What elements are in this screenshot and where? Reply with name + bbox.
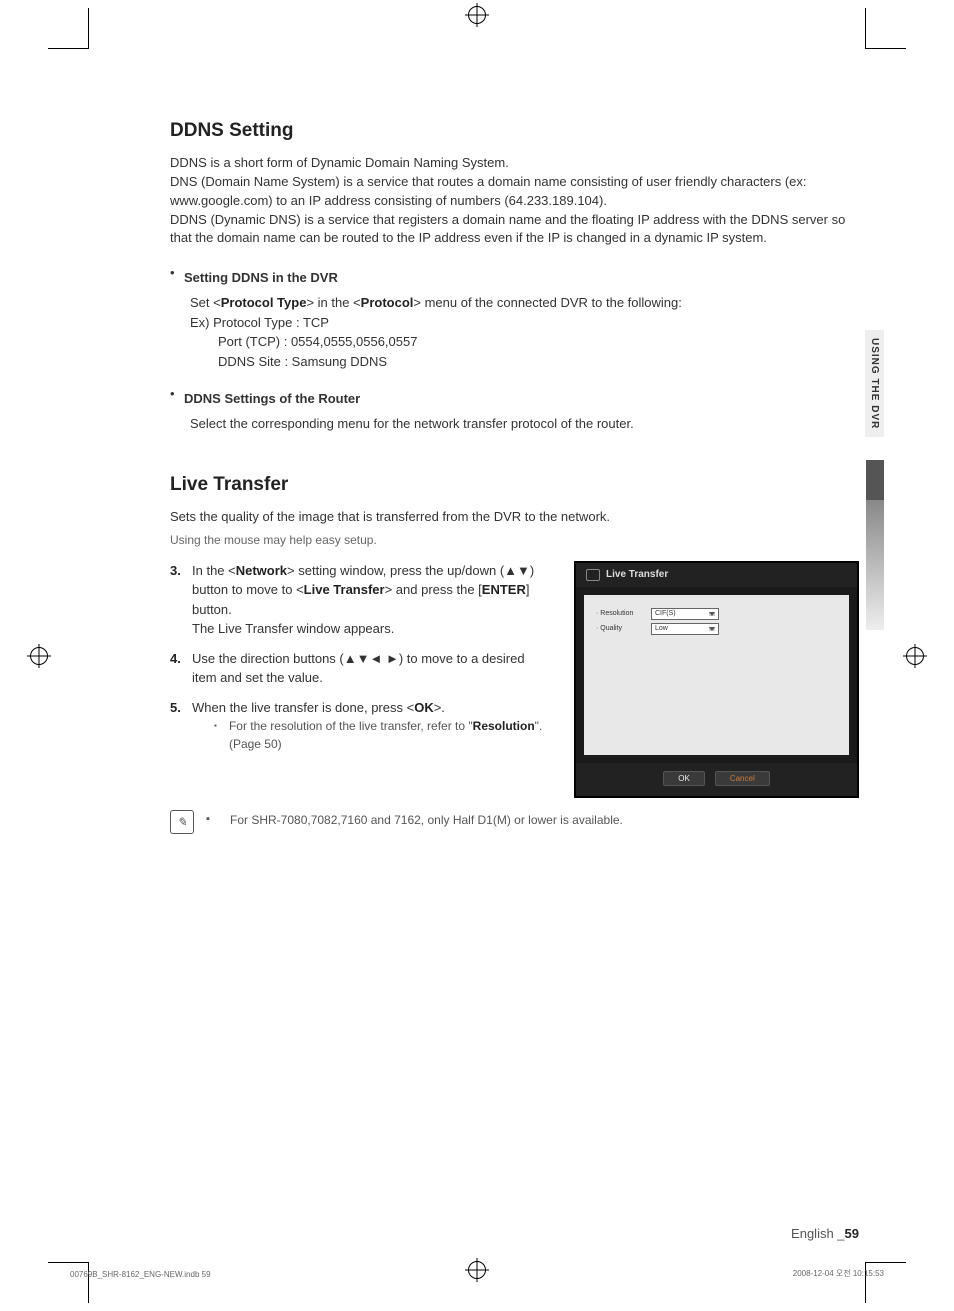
page-footer: English _59 bbox=[791, 1226, 859, 1241]
bold-term: Network bbox=[236, 563, 287, 578]
text: > in the < bbox=[306, 295, 360, 310]
text: When the live transfer is done, press < bbox=[192, 700, 414, 715]
dropdown-icon bbox=[709, 612, 715, 616]
ddns-example-line3: DDNS Site : Samsung DDNS bbox=[218, 352, 859, 372]
step-5-note: For the resolution of the live transfer,… bbox=[229, 717, 550, 753]
step-5: When the live transfer is done, press <O… bbox=[170, 698, 550, 754]
step-4: Use the direction buttons (▲▼◄ ►) to mov… bbox=[170, 649, 550, 688]
dropdown-icon bbox=[709, 627, 715, 631]
ddns-example-line2: Port (TCP) : 0554,0555,0556,0557 bbox=[218, 332, 859, 352]
resolution-row: · Resolution CIF(S) bbox=[596, 608, 837, 620]
text: The Live Transfer window appears. bbox=[192, 621, 394, 636]
resolution-select[interactable]: CIF(S) bbox=[651, 608, 719, 620]
text: In the < bbox=[192, 563, 236, 578]
quality-select[interactable]: Low bbox=[651, 623, 719, 635]
text: > and press the [ bbox=[385, 582, 482, 597]
ddns-intro: DDNS is a short form of Dynamic Domain N… bbox=[170, 154, 859, 248]
cancel-button[interactable]: Cancel bbox=[715, 771, 770, 786]
model-note: For SHR-7080,7082,7160 and 7162, only Ha… bbox=[230, 810, 623, 827]
live-transfer-heading: Live Transfer bbox=[170, 474, 859, 496]
text: Set < bbox=[190, 295, 221, 310]
ddns-intro-line1: DDNS is a short form of Dynamic Domain N… bbox=[170, 155, 509, 170]
ddns-sub1-title: Setting DDNS in the DVR bbox=[184, 270, 338, 285]
quality-row: · Quality Low bbox=[596, 623, 837, 635]
bold-term: Live Transfer bbox=[304, 582, 385, 597]
print-timestamp: 2008-12-04 오전 10:15:53 bbox=[793, 1268, 884, 1279]
bold-term: Resolution bbox=[473, 719, 535, 733]
ddns-intro-line3: DDNS (Dynamic DNS) is a service that reg… bbox=[170, 212, 845, 246]
bullet-icon: • bbox=[170, 385, 184, 412]
page-number: 59 bbox=[845, 1226, 859, 1241]
text: > menu of the connected DVR to the follo… bbox=[413, 295, 681, 310]
ddns-intro-line2: DNS (Domain Name System) is a service th… bbox=[170, 174, 807, 208]
bold-term: ENTER bbox=[482, 582, 526, 597]
quality-label: · Quality bbox=[596, 625, 651, 632]
resolution-value: CIF(S) bbox=[655, 610, 676, 617]
quality-value: Low bbox=[655, 625, 668, 632]
bold-term: OK bbox=[414, 700, 434, 715]
bold-term: Protocol bbox=[361, 295, 414, 310]
ddns-sub1-body: Set <Protocol Type> in the <Protocol> me… bbox=[190, 293, 859, 313]
step-3: In the <Network> setting window, press t… bbox=[170, 561, 550, 639]
screenshot-titlebar: Live Transfer bbox=[576, 563, 857, 587]
bold-term: Protocol Type bbox=[221, 295, 307, 310]
text: >. bbox=[434, 700, 445, 715]
text: For the resolution of the live transfer,… bbox=[229, 719, 473, 733]
screenshot-buttons: OK Cancel bbox=[576, 763, 857, 796]
note-icon: ✎ bbox=[170, 810, 194, 834]
ddns-sub2-body: Select the corresponding menu for the ne… bbox=[190, 414, 859, 434]
square-bullet-icon: ▪ bbox=[206, 810, 218, 825]
resolution-label: · Resolution bbox=[596, 610, 651, 617]
footer-lang: English _ bbox=[791, 1226, 844, 1241]
print-filename: 00769B_SHR-8162_ENG-NEW.indb 59 bbox=[70, 1270, 211, 1279]
bullet-icon: • bbox=[170, 264, 184, 291]
ok-button[interactable]: OK bbox=[663, 771, 705, 786]
ddns-heading: DDNS Setting bbox=[170, 120, 859, 142]
screenshot-title: Live Transfer bbox=[606, 569, 668, 580]
live-transfer-screenshot: Live Transfer · Resolution CIF(S) · Qual… bbox=[574, 561, 859, 798]
mouse-helper-text: Using the mouse may help easy setup. bbox=[170, 533, 859, 547]
ddns-sub2-title: DDNS Settings of the Router bbox=[184, 391, 360, 406]
ddns-example-line1: Ex) Protocol Type : TCP bbox=[190, 313, 859, 333]
screenshot-panel: · Resolution CIF(S) · Quality Low bbox=[584, 595, 849, 755]
square-bullet-icon: ▪ bbox=[214, 717, 221, 753]
live-transfer-intro: Sets the quality of the image that is tr… bbox=[170, 508, 859, 527]
return-icon bbox=[586, 569, 600, 581]
